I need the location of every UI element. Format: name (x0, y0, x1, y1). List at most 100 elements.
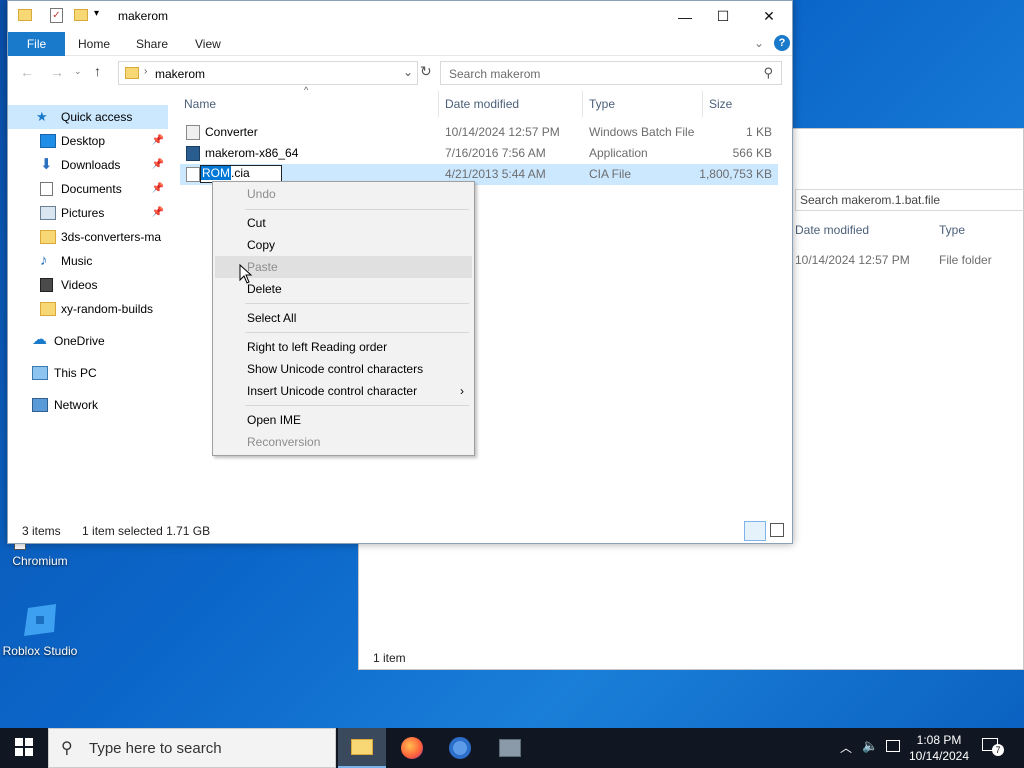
breadcrumb-chevron-icon[interactable]: › (144, 66, 147, 77)
tab-view[interactable]: View (195, 37, 221, 51)
back-row-type: File folder (939, 253, 992, 267)
file-explorer-icon (351, 739, 373, 755)
file-type: Application (589, 146, 648, 160)
menu-item-select-all[interactable]: Select All (215, 307, 472, 329)
firefox-icon (401, 737, 423, 759)
network-icon (32, 398, 48, 412)
file-date: 4/21/2013 5:44 AM (445, 167, 546, 181)
menu-item-delete[interactable]: Delete (215, 278, 472, 300)
tab-file[interactable]: File (8, 32, 65, 56)
title-bar[interactable]: ✓ ▾ makerom — ☐ ✕ (8, 1, 792, 32)
sidebar-item-network[interactable]: Network (8, 393, 168, 417)
up-arrow-icon[interactable]: ↑ (94, 63, 101, 79)
close-button[interactable]: ✕ (746, 1, 792, 32)
folder-icon (18, 9, 32, 21)
app-icon (499, 739, 521, 757)
breadcrumb[interactable]: makerom (155, 67, 205, 81)
tab-share[interactable]: Share (136, 37, 168, 51)
menu-separator (245, 303, 469, 304)
taskbar-chromium[interactable] (436, 728, 484, 768)
menu-item-paste[interactable]: Paste (215, 256, 472, 278)
quick-access-toolbar-dropdown-icon[interactable]: ▾ (94, 8, 99, 19)
column-header-type[interactable]: Type (589, 97, 615, 111)
videos-icon (40, 278, 53, 292)
show-hidden-icons-icon[interactable]: ︿ (840, 739, 852, 756)
clock-date: 10/14/2024 (908, 749, 970, 763)
large-icons-view-icon[interactable] (770, 523, 784, 537)
desktop-icon-roblox-studio[interactable]: Roblox Studio (0, 602, 80, 658)
sidebar-item-xy-random-builds[interactable]: xy-random-builds (8, 297, 168, 321)
menu-item-open-ime[interactable]: Open IME (215, 409, 472, 431)
column-header-name[interactable]: Name (184, 97, 216, 111)
taskbar-app[interactable] (486, 728, 534, 768)
sidebar-item-3ds-converters[interactable]: 3ds-converters-ma (8, 225, 168, 249)
taskbar-firefox[interactable] (388, 728, 436, 768)
sidebar-item-desktop[interactable]: Desktop 📌 (8, 129, 168, 153)
forward-arrow-icon[interactable]: → (50, 64, 64, 80)
properties-icon[interactable]: ✓ (50, 8, 63, 23)
start-button[interactable] (0, 728, 48, 768)
file-row-converter[interactable]: Converter 10/14/2024 12:57 PM Windows Ba… (180, 122, 778, 143)
back-column-date[interactable]: Date modified (795, 223, 869, 237)
search-icon: ⚲ (763, 65, 773, 80)
column-divider[interactable] (582, 91, 583, 117)
menu-item-reconversion[interactable]: Reconversion (215, 431, 472, 453)
sidebar-item-this-pc[interactable]: This PC (8, 361, 168, 385)
roblox-studio-icon (20, 602, 60, 642)
menu-item-show-unicode[interactable]: Show Unicode control characters (215, 358, 472, 380)
sidebar-item-label: Music (61, 254, 93, 268)
sidebar-item-onedrive[interactable]: ☁ OneDrive (8, 329, 168, 353)
sidebar-item-label: Pictures (61, 206, 105, 220)
documents-icon (40, 182, 53, 196)
column-divider[interactable] (702, 91, 703, 117)
clock-time: 1:08 PM (916, 733, 962, 747)
taskbar-clock[interactable]: 1:08 PM 10/14/2024 (900, 732, 978, 764)
back-search-input[interactable]: Search makerom.1.bat.file (795, 189, 1024, 211)
sidebar-item-label: Quick access (61, 110, 133, 124)
sidebar-item-downloads[interactable]: ⬇ Downloads 📌 (8, 153, 168, 177)
address-dropdown-icon[interactable]: ⌄ (403, 65, 413, 79)
column-header-size[interactable]: Size (709, 97, 732, 111)
new-folder-icon[interactable] (74, 9, 88, 21)
recent-locations-icon[interactable]: ⌄ (74, 66, 82, 77)
file-date: 7/16/2016 7:56 AM (445, 146, 546, 160)
sidebar-item-videos[interactable]: Videos (8, 273, 168, 297)
file-type: Windows Batch File (589, 125, 695, 139)
sidebar-item-label: Videos (61, 278, 98, 292)
refresh-icon[interactable]: ↻ (420, 63, 432, 80)
maximize-button[interactable]: ☐ (700, 1, 746, 32)
network-status-icon[interactable] (886, 740, 900, 752)
menu-item-cut[interactable]: Cut (215, 212, 472, 234)
menu-item-copy[interactable]: Copy (215, 234, 472, 256)
sidebar-item-label: Network (54, 398, 99, 412)
menu-item-rtl-reading-order[interactable]: Right to left Reading order (215, 336, 472, 358)
help-icon[interactable]: ? (774, 35, 790, 51)
file-size: 566 KB (732, 146, 772, 160)
taskbar-file-explorer[interactable] (338, 728, 386, 768)
back-column-type[interactable]: Type (939, 223, 965, 237)
sidebar-item-label: Documents (61, 182, 122, 196)
volume-muted-icon[interactable]: 🔈 (862, 738, 878, 754)
expand-ribbon-icon[interactable]: ⌄ (754, 36, 764, 50)
sidebar-item-pictures[interactable]: Pictures 📌 (8, 201, 168, 225)
address-bar[interactable]: › makerom ⌄ (118, 61, 418, 85)
file-row-makerom[interactable]: makerom-x86_64 7/16/2016 7:56 AM Applica… (180, 143, 778, 164)
taskbar-search-input[interactable]: ⚲ Type here to search (48, 728, 336, 768)
window-title: makerom (118, 9, 169, 23)
back-arrow-icon[interactable]: ← (20, 64, 34, 80)
action-center-button[interactable]: 7 (982, 738, 1004, 756)
tab-home[interactable]: Home (78, 37, 110, 51)
desktop-icon-label: Roblox Studio (2, 644, 78, 658)
desktop-icon-label: Chromium (12, 554, 68, 568)
column-header-date-modified[interactable]: Date modified (445, 97, 519, 111)
column-divider[interactable] (438, 91, 439, 117)
file-name: Converter (205, 125, 258, 139)
sidebar-item-documents[interactable]: Documents 📌 (8, 177, 168, 201)
details-view-icon[interactable] (744, 521, 766, 541)
menu-item-undo[interactable]: Undo (215, 183, 472, 205)
sidebar-item-quick-access[interactable]: ★ Quick access (8, 105, 168, 129)
menu-item-insert-unicode[interactable]: Insert Unicode control character › (215, 380, 472, 402)
sidebar-item-music[interactable]: ♪ Music (8, 249, 168, 273)
search-input[interactable]: Search makerom ⚲ (440, 61, 782, 85)
search-placeholder: Search makerom (449, 67, 541, 81)
